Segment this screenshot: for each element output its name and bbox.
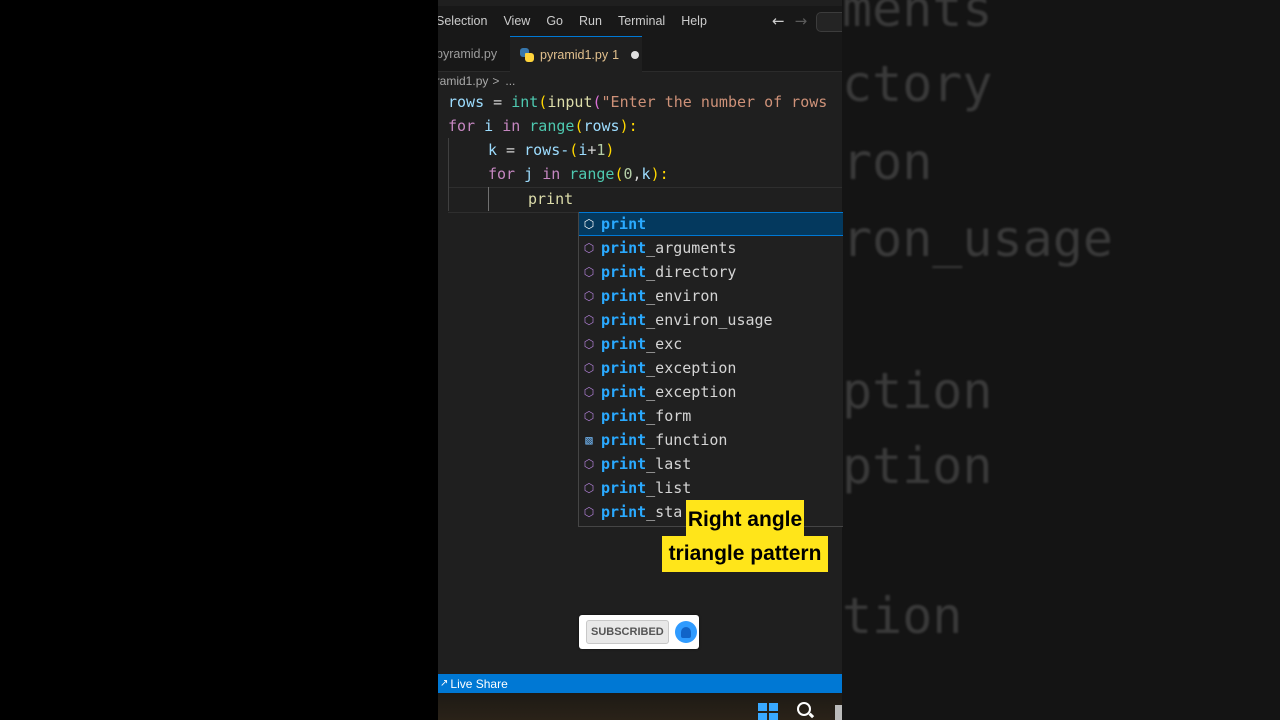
caption-line-2: triangle pattern bbox=[662, 536, 828, 572]
background-word: ption bbox=[842, 362, 993, 420]
left-black-bar bbox=[0, 0, 438, 720]
live-share-icon: ↗ bbox=[440, 678, 449, 689]
command-center-search[interactable] bbox=[816, 12, 842, 32]
menu-run[interactable]: Run bbox=[579, 14, 602, 28]
module-icon: ⬡ bbox=[583, 337, 595, 351]
breadcrumb-file[interactable]: pyramid1.py bbox=[438, 74, 488, 88]
menu-go[interactable]: Go bbox=[546, 14, 563, 28]
suggestion-item[interactable]: ▧ print _function bbox=[579, 428, 843, 452]
menu-selection[interactable]: Selection bbox=[438, 14, 487, 28]
module-icon: ⬡ bbox=[583, 409, 595, 423]
tab-label: pyramid1.py bbox=[540, 47, 609, 62]
windows-start-icon[interactable] bbox=[758, 703, 778, 720]
suggestion-item[interactable]: ⬡ print _arguments bbox=[579, 236, 843, 260]
module-icon: ⬡ bbox=[583, 313, 595, 327]
background-word: ments bbox=[842, 0, 993, 38]
menu-help[interactable]: Help bbox=[681, 14, 707, 28]
background-word: ctory bbox=[842, 55, 993, 113]
background-word: ption bbox=[842, 437, 993, 495]
menu-bar: Selection View Go Run Terminal Help ← → bbox=[438, 6, 842, 36]
background-word: ron bbox=[842, 133, 933, 191]
code-line: k = rows-(i+1) bbox=[488, 141, 615, 159]
tab-pyramid[interactable]: pyramid.py bbox=[438, 36, 510, 71]
suggestion-item[interactable]: ⬡ print _environ bbox=[579, 284, 843, 308]
breadcrumb-separator: > bbox=[492, 74, 500, 88]
breadcrumb-more[interactable]: ... bbox=[505, 74, 515, 88]
subscribed-label: SUBSCRIBED bbox=[586, 620, 669, 644]
menu-terminal[interactable]: Terminal bbox=[618, 14, 665, 28]
module-icon: ⬡ bbox=[583, 289, 595, 303]
module-icon: ⬡ bbox=[583, 505, 595, 519]
taskbar bbox=[438, 693, 842, 720]
suggestion-item[interactable]: ⬡ print _last bbox=[579, 452, 843, 476]
module-icon: ⬡ bbox=[583, 385, 595, 399]
blurred-background: ments ctory ron ron_usage ption ption ti… bbox=[842, 0, 1280, 720]
tab-pyramid1[interactable]: pyramid1.py 1 bbox=[510, 36, 642, 72]
caption-line-1: Right angle bbox=[686, 500, 804, 540]
suggestion-item[interactable]: ⬡ print bbox=[579, 212, 843, 236]
suggestion-item[interactable]: ⬡ print _environ_usage bbox=[579, 308, 843, 332]
background-word: tion bbox=[842, 587, 963, 645]
suggestion-item[interactable]: ⬡ print _exc bbox=[579, 332, 843, 356]
module-icon: ⬡ bbox=[583, 481, 595, 495]
taskbar-app-icon[interactable] bbox=[835, 705, 842, 720]
code-line: rows = int(input("Enter the number of ro… bbox=[448, 93, 828, 111]
tab-label: pyramid.py bbox=[438, 46, 498, 61]
status-bar: ↗ Live Share bbox=[438, 674, 842, 693]
search-icon-handle bbox=[808, 712, 815, 718]
live-share-button[interactable]: Live Share bbox=[450, 677, 507, 691]
problem-count: 1 bbox=[612, 47, 620, 62]
code-line-current: print bbox=[528, 190, 574, 208]
indent-guide bbox=[448, 138, 449, 211]
forward-arrow-icon[interactable]: → bbox=[795, 12, 808, 30]
variable-icon: ▧ bbox=[585, 433, 593, 447]
module-icon: ⬡ bbox=[583, 457, 595, 471]
module-icon: ⬡ bbox=[583, 217, 595, 231]
python-icon bbox=[520, 47, 534, 62]
suggestion-item[interactable]: ⬡ print _list bbox=[579, 476, 843, 500]
suggestion-item[interactable]: ⬡ print _exception bbox=[579, 356, 843, 380]
back-arrow-icon[interactable]: ← bbox=[772, 12, 785, 30]
breadcrumb: pyramid1.py > ... bbox=[438, 72, 515, 90]
menu-view[interactable]: View bbox=[503, 14, 530, 28]
background-word: ron_usage bbox=[842, 210, 1113, 268]
bell-icon[interactable] bbox=[674, 621, 697, 643]
suggestion-item[interactable]: ⬡ print _exception bbox=[579, 380, 843, 404]
unsaved-dot-icon[interactable] bbox=[631, 50, 640, 59]
suggestion-item[interactable]: ⬡ print _form bbox=[579, 404, 843, 428]
module-icon: ⬡ bbox=[583, 241, 595, 255]
suggest-widget: ⬡ print ⬡ print _arguments ⬡ print _directory… bbox=[578, 212, 843, 527]
code-line: for i in range(rows): bbox=[448, 117, 638, 135]
suggestion-item[interactable]: ⬡ print _directory bbox=[579, 260, 843, 284]
code-line: for j in range(0,k): bbox=[488, 165, 669, 183]
module-icon: ⬡ bbox=[583, 265, 595, 279]
subscribed-badge[interactable]: SUBSCRIBED bbox=[579, 615, 699, 649]
current-line-highlight bbox=[448, 187, 842, 213]
indent-guide bbox=[488, 187, 489, 211]
module-icon: ⬡ bbox=[583, 361, 595, 375]
editor-tabs: pyramid.py pyramid1.py 1 bbox=[438, 36, 842, 72]
